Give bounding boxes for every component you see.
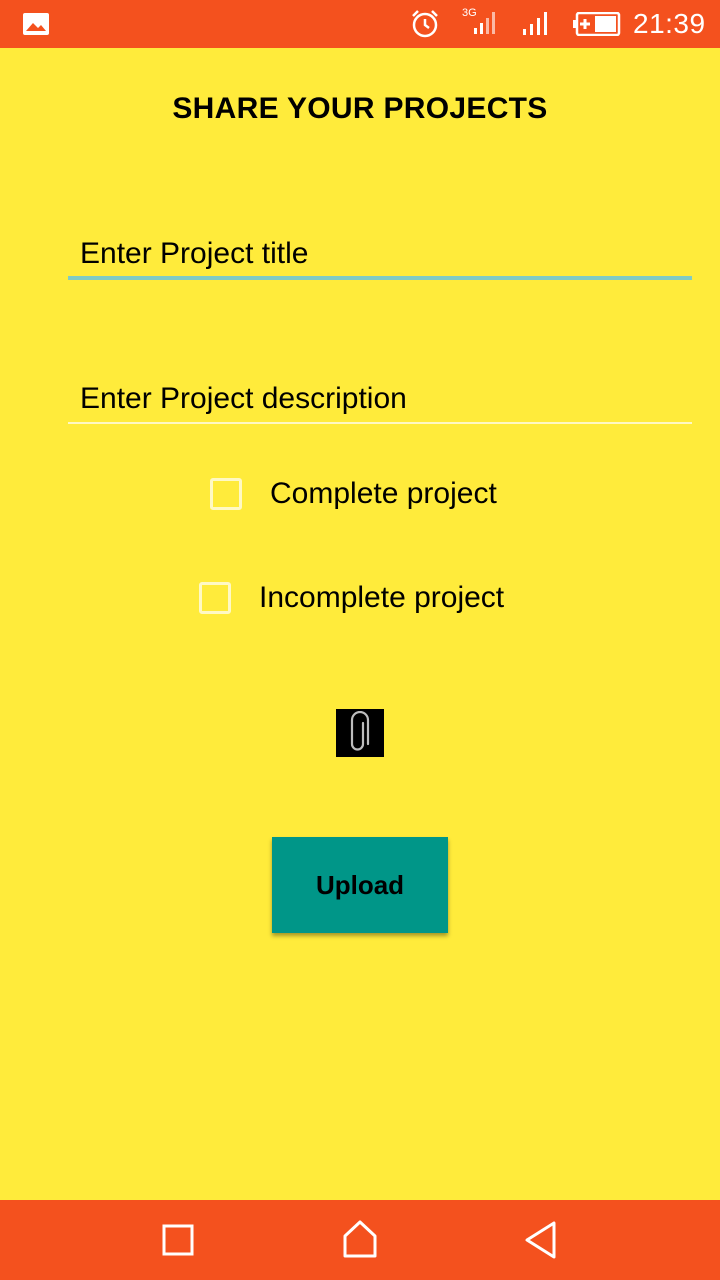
- status-bar: 3G 21:39: [0, 0, 720, 48]
- incomplete-project-label: Incomplete project: [259, 581, 505, 614]
- gallery-icon: [23, 13, 49, 35]
- project-description-input[interactable]: [68, 376, 692, 424]
- back-icon[interactable]: [524, 1220, 558, 1260]
- complete-project-label: Complete project: [270, 477, 497, 510]
- attach-file-button[interactable]: [336, 709, 384, 757]
- project-title-input[interactable]: [68, 232, 692, 280]
- signal-icon: [523, 12, 547, 35]
- svg-text:3G: 3G: [462, 7, 477, 19]
- complete-project-checkbox[interactable]: [210, 478, 242, 510]
- incomplete-project-checkbox[interactable]: [199, 582, 231, 614]
- alarm-icon: [412, 10, 438, 38]
- incomplete-project-checkbox-row[interactable]: Incomplete project: [199, 579, 504, 617]
- home-icon[interactable]: [342, 1220, 378, 1258]
- status-time: 21:39: [633, 8, 706, 39]
- upload-button[interactable]: Upload: [272, 837, 448, 933]
- battery-icon: [573, 12, 621, 36]
- page-title: SHARE YOUR PROJECTS: [172, 92, 548, 125]
- paperclip-icon: [350, 711, 370, 751]
- complete-project-checkbox-row[interactable]: Complete project: [210, 475, 497, 513]
- signal-3g-icon: 3G: [462, 7, 495, 34]
- recents-icon[interactable]: [162, 1224, 194, 1256]
- navigation-bar: [0, 1200, 720, 1280]
